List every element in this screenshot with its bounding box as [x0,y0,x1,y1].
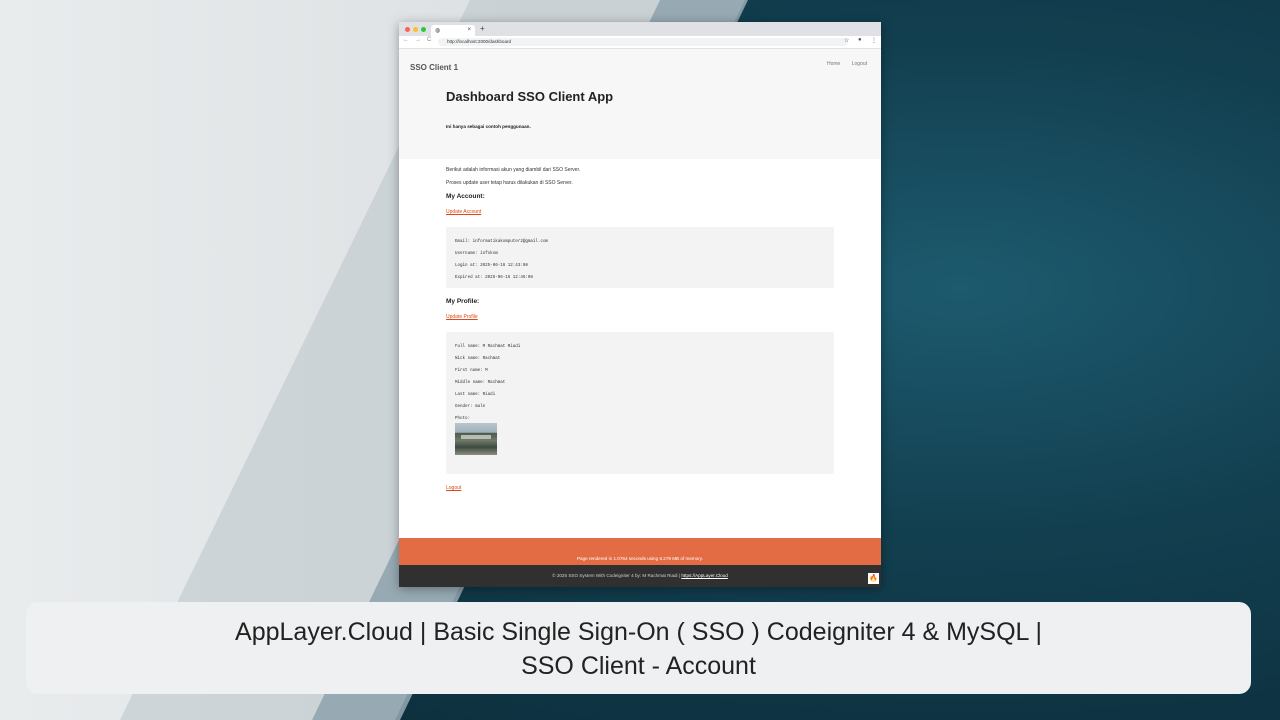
new-tab-icon[interactable]: + [480,24,485,33]
url-input[interactable]: http://localhost:2000/dashboard [438,38,848,46]
minimize-window-icon[interactable] [413,27,418,32]
nav-logout-link[interactable]: Logout [852,61,867,67]
profile-info-box: Full name: M Rachmat Riadi Nick name: Ra… [446,332,834,474]
browser-window: ◍ × + ← → C http://localhost:2000/dashbo… [399,22,881,587]
address-bar: ← → C http://localhost:2000/dashboard ☆ … [399,36,881,49]
browser-tab-bar: ◍ × + [399,22,881,36]
caption-line-1: AppLayer.Cloud | Basic Single Sign-On ( … [235,618,1042,646]
account-expired-at: Expired at: 2025-06-16 12:46:08 [455,276,533,280]
codeigniter-flame-icon[interactable]: 🔥 [868,573,879,584]
tab-close-icon[interactable]: × [467,27,471,33]
caption-line-2: SSO Client - Account [521,652,756,680]
account-login-at: Login at: 2025-06-16 12:43:08 [455,264,528,268]
logout-link[interactable]: Logout [446,485,461,491]
bookmark-star-icon[interactable]: ☆ [844,37,849,44]
reload-icon[interactable]: C [427,37,431,43]
profile-full-name: Full name: M Rachmat Riadi [455,345,521,349]
account-username: Username: infokom [455,252,498,256]
profile-gender: Gender: male [455,405,486,409]
browser-tab[interactable]: ◍ × [431,25,475,36]
profile-nick-name: Nick name: Rachmat [455,357,501,361]
account-email: Email: informatikakomputer2@gmail.com [455,240,548,244]
globe-icon: ◍ [435,28,441,34]
back-icon[interactable]: ← [403,37,409,43]
profile-last-name: Last name: Riadi [455,393,496,397]
close-window-icon[interactable] [405,27,410,32]
video-caption: AppLayer.Cloud | Basic Single Sign-On ( … [26,602,1251,694]
more-menu-icon[interactable]: ⋮ [871,37,877,44]
page-title: Dashboard SSO Client App [446,89,614,104]
copyright-text: © 2025 SSO System With Codeigniter 4 by:… [552,573,681,578]
update-profile-link[interactable]: Update Profile [446,314,478,320]
account-heading: My Account: [446,193,485,200]
forward-icon[interactable]: → [415,37,421,43]
update-account-link[interactable]: Update Account [446,209,481,215]
intro-text-1: Berikut adalah informasi akun yang diamb… [446,167,581,173]
profile-icon[interactable]: ● [858,37,862,43]
profile-photo [455,423,497,455]
nav-home-link[interactable]: Home [827,61,840,67]
footer-render-time: Page rendered in 1.0764 seconds using 6.… [576,556,704,561]
maximize-window-icon[interactable] [421,27,426,32]
footer-copyright: © 2025 SSO System With Codeigniter 4 by:… [399,565,881,587]
intro-text-2: Proses update user tetap harus dilakukan… [446,180,573,186]
hero-section: SSO Client 1 Home Logout Dashboard SSO C… [399,49,881,159]
profile-first-name: First name: M [455,369,488,373]
top-menu: Home Logout [817,61,867,67]
page-subtitle: Ini hanya sebagai contoh penggunaan. [446,124,531,129]
applayer-link[interactable]: https://AppLayer.Cloud [681,573,727,578]
profile-photo-label: Photo: [455,417,471,421]
profile-heading: My Profile: [446,298,480,305]
brand-logo[interactable]: SSO Client 1 [410,63,458,72]
account-info-box: Email: informatikakomputer2@gmail.com Us… [446,227,834,288]
web-page: SSO Client 1 Home Logout Dashboard SSO C… [399,49,881,587]
profile-middle-name: Middle name: Rachmat [455,381,506,385]
